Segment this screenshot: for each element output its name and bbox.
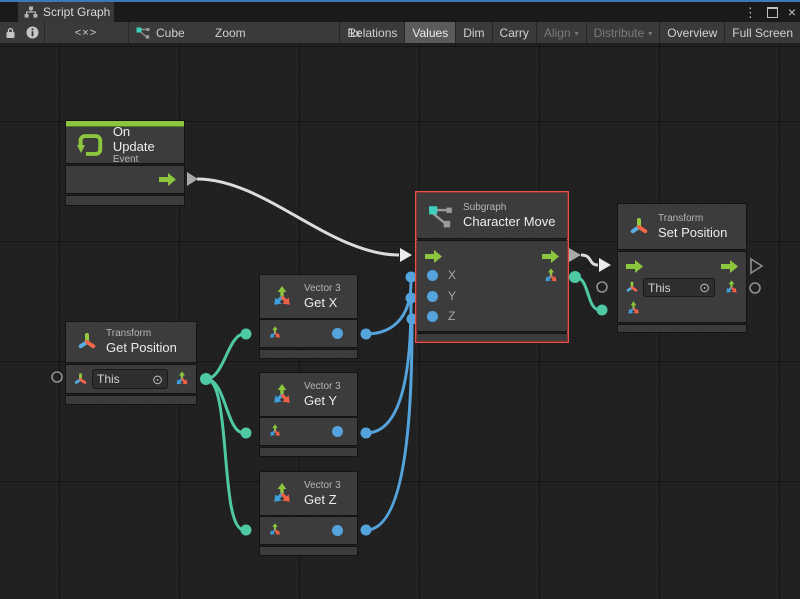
- unconnected-flow-out-set-position[interactable]: [751, 259, 762, 273]
- vector-in-cap-set-position[interactable]: [597, 305, 608, 316]
- unconnected-target-port-get-position[interactable]: [52, 372, 62, 382]
- flow-out-cap-character-move[interactable]: [569, 248, 581, 262]
- port-label-z: Z: [448, 309, 455, 323]
- target-field[interactable]: This ⊙: [92, 369, 168, 389]
- float-in-port-x[interactable]: [427, 270, 438, 281]
- vector3-in-port-icon[interactable]: [267, 423, 283, 439]
- node-character-move[interactable]: Subgraph Character Move X Y Z: [415, 191, 569, 343]
- node-category: Vector 3: [304, 283, 341, 295]
- node-get-x[interactable]: Vector 3 Get X: [260, 275, 357, 358]
- graph-canvas[interactable]: On Update Event: [0, 44, 800, 599]
- float-in-port-z[interactable]: [427, 311, 438, 322]
- target-field[interactable]: This ⊙: [643, 278, 715, 297]
- loop-arrowhead: [77, 145, 85, 153]
- node-footer: [260, 448, 357, 456]
- node-get-z[interactable]: Vector 3 Get Z: [260, 472, 357, 555]
- node-category: Vector 3: [304, 480, 341, 492]
- vector3-out-port-icon[interactable]: [723, 279, 740, 296]
- vector3-icon: [269, 382, 295, 408]
- flow-out-port[interactable]: [721, 260, 738, 273]
- node-category: Subgraph: [463, 202, 555, 214]
- port-label-y: Y: [448, 289, 456, 303]
- transform-icon: [77, 331, 97, 353]
- node-footer: [417, 334, 567, 341]
- port-label-x: X: [448, 268, 456, 282]
- wire-getz-charactermove[interactable]: [366, 324, 412, 530]
- target-value: This: [648, 281, 671, 295]
- node-set-position[interactable]: Transform Set Position This: [618, 204, 746, 332]
- unconnected-value-out-set-position[interactable]: [750, 283, 760, 293]
- wire-getx-charactermove[interactable]: [366, 282, 411, 334]
- node-subtitle: Event: [113, 154, 173, 166]
- vector3-out-port-icon[interactable]: [173, 370, 191, 388]
- node-category: Transform: [106, 328, 177, 340]
- wire-gety-charactermove[interactable]: [366, 303, 411, 433]
- script-graph-window: Script Graph ⋮ × <×>: [0, 0, 800, 599]
- wire-flow-charactermove-setposition[interactable]: [581, 255, 598, 265]
- node-title: Get X: [304, 295, 341, 310]
- flow-out-port[interactable]: [159, 173, 176, 186]
- node-title: Set Position: [658, 225, 727, 240]
- vector3-in-port-icon[interactable]: [625, 300, 642, 317]
- node-title: Character Move: [463, 214, 555, 229]
- vector-in-cap-get-x[interactable]: [241, 329, 252, 340]
- node-get-position[interactable]: Transform Get Position This ⊙: [66, 322, 196, 404]
- wire-charactermove-setposition-value[interactable]: [575, 277, 600, 310]
- transform-port-icon[interactable]: [625, 280, 639, 295]
- node-footer: [260, 350, 357, 358]
- object-picker-icon[interactable]: ⊙: [699, 281, 710, 294]
- node-footer: [66, 396, 196, 404]
- vector-out-cap-get-position[interactable]: [200, 373, 212, 385]
- float-out-cap-get-x[interactable]: [361, 329, 372, 340]
- float-out-port[interactable]: [332, 525, 343, 536]
- vector3-in-port-icon[interactable]: [267, 522, 283, 538]
- node-category: Transform: [658, 213, 727, 225]
- wire-getposition-getx[interactable]: [206, 334, 244, 379]
- float-out-port[interactable]: [332, 328, 343, 339]
- vector3-icon: [269, 481, 295, 507]
- node-footer: [66, 196, 184, 205]
- flow-in-cap-character-move[interactable]: [400, 248, 412, 262]
- target-value: This: [97, 372, 120, 386]
- transform-icon: [629, 216, 649, 238]
- vector-in-cap-get-z[interactable]: [241, 525, 252, 536]
- flow-out-cap-on-update[interactable]: [187, 172, 198, 186]
- node-title: Get Z: [304, 492, 341, 507]
- subgraph-icon: [428, 203, 454, 229]
- wire-flow-onupdate-charactermove[interactable]: [197, 179, 399, 255]
- on-update-event-icon: [77, 131, 104, 159]
- vector3-in-port-icon[interactable]: [267, 325, 283, 341]
- node-on-update[interactable]: On Update Event: [66, 121, 184, 205]
- unconnected-target-port-set-position[interactable]: [597, 282, 607, 292]
- flow-in-port[interactable]: [626, 260, 643, 273]
- float-out-cap-get-z[interactable]: [361, 525, 372, 536]
- node-category: Vector 3: [304, 381, 341, 393]
- float-out-port[interactable]: [332, 426, 343, 437]
- wire-getposition-gety[interactable]: [206, 379, 244, 433]
- node-title: Get Y: [304, 393, 341, 408]
- flow-out-port[interactable]: [542, 250, 559, 263]
- node-footer: [260, 547, 357, 555]
- node-get-y[interactable]: Vector 3 Get Y: [260, 373, 357, 456]
- vector-in-cap-get-y[interactable]: [241, 428, 252, 439]
- transform-port-icon[interactable]: [73, 372, 88, 387]
- vector3-icon: [269, 284, 295, 310]
- node-title: On Update: [113, 124, 173, 155]
- node-footer: [618, 325, 746, 332]
- float-out-cap-get-y[interactable]: [361, 428, 372, 439]
- object-picker-icon[interactable]: ⊙: [152, 373, 163, 386]
- node-title: Get Position: [106, 340, 177, 355]
- flow-in-port[interactable]: [425, 250, 442, 263]
- vector3-out-port-icon[interactable]: [542, 267, 560, 285]
- float-in-port-y[interactable]: [427, 291, 438, 302]
- flow-in-cap-set-position[interactable]: [599, 258, 611, 272]
- vector-out-cap-character-move[interactable]: [569, 271, 581, 283]
